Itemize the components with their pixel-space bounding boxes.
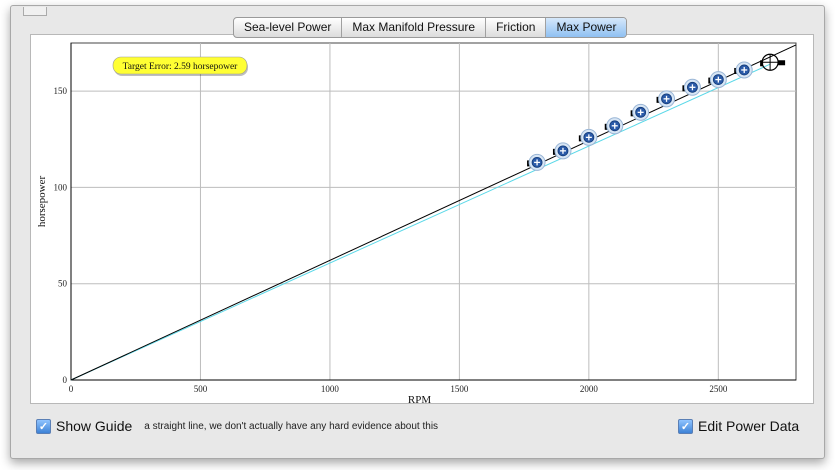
y-tick-label: 150 bbox=[54, 86, 68, 96]
y-tick-label: 0 bbox=[63, 375, 68, 385]
guide-note: a straight line, we don't actually have … bbox=[144, 420, 439, 432]
window-corner bbox=[23, 7, 47, 16]
x-tick-label: 1500 bbox=[450, 384, 469, 394]
tab-bar: Sea-level Power Max Manifold Pressure Fr… bbox=[233, 17, 628, 38]
y-axis-label: horsepower bbox=[36, 176, 48, 228]
x-tick-label: 2500 bbox=[709, 384, 728, 394]
x-tick-label: 500 bbox=[194, 384, 208, 394]
edit-power-control[interactable]: ✓ Edit Power Data bbox=[678, 416, 799, 436]
power-chart[interactable]: 0 500 1000 1500 2000 2500 0 50 100 150 RPM horsepow… bbox=[31, 35, 813, 403]
chart-panel: 0 500 1000 1500 2000 2500 0 50 100 150 RPM horsepow… bbox=[30, 34, 814, 404]
tab-friction[interactable]: Friction bbox=[486, 18, 547, 37]
tab-max-power[interactable]: Max Power bbox=[546, 18, 627, 37]
edit-power-checkbox[interactable]: ✓ bbox=[678, 418, 693, 434]
edit-power-label: Edit Power Data bbox=[698, 418, 800, 434]
x-axis-label: RPM bbox=[408, 394, 431, 403]
crosshair-handle[interactable] bbox=[778, 60, 786, 66]
x-tick-label: 0 bbox=[69, 384, 74, 394]
show-guide-label: Show Guide bbox=[56, 418, 133, 434]
target-error-annotation: Target Error: 2.59 horsepower bbox=[123, 62, 239, 72]
show-guide-control[interactable]: ✓ Show Guide a straight line, we don't a… bbox=[36, 416, 438, 436]
y-tick-label: 50 bbox=[58, 279, 68, 289]
tab-max-manifold-pressure[interactable]: Max Manifold Pressure bbox=[342, 18, 487, 37]
y-tick-label: 100 bbox=[54, 182, 68, 192]
show-guide-checkbox[interactable]: ✓ bbox=[36, 418, 51, 434]
tab-sea-level-power[interactable]: Sea-level Power bbox=[234, 18, 343, 37]
x-tick-label: 2000 bbox=[580, 384, 599, 394]
x-tick-label: 1000 bbox=[321, 384, 340, 394]
